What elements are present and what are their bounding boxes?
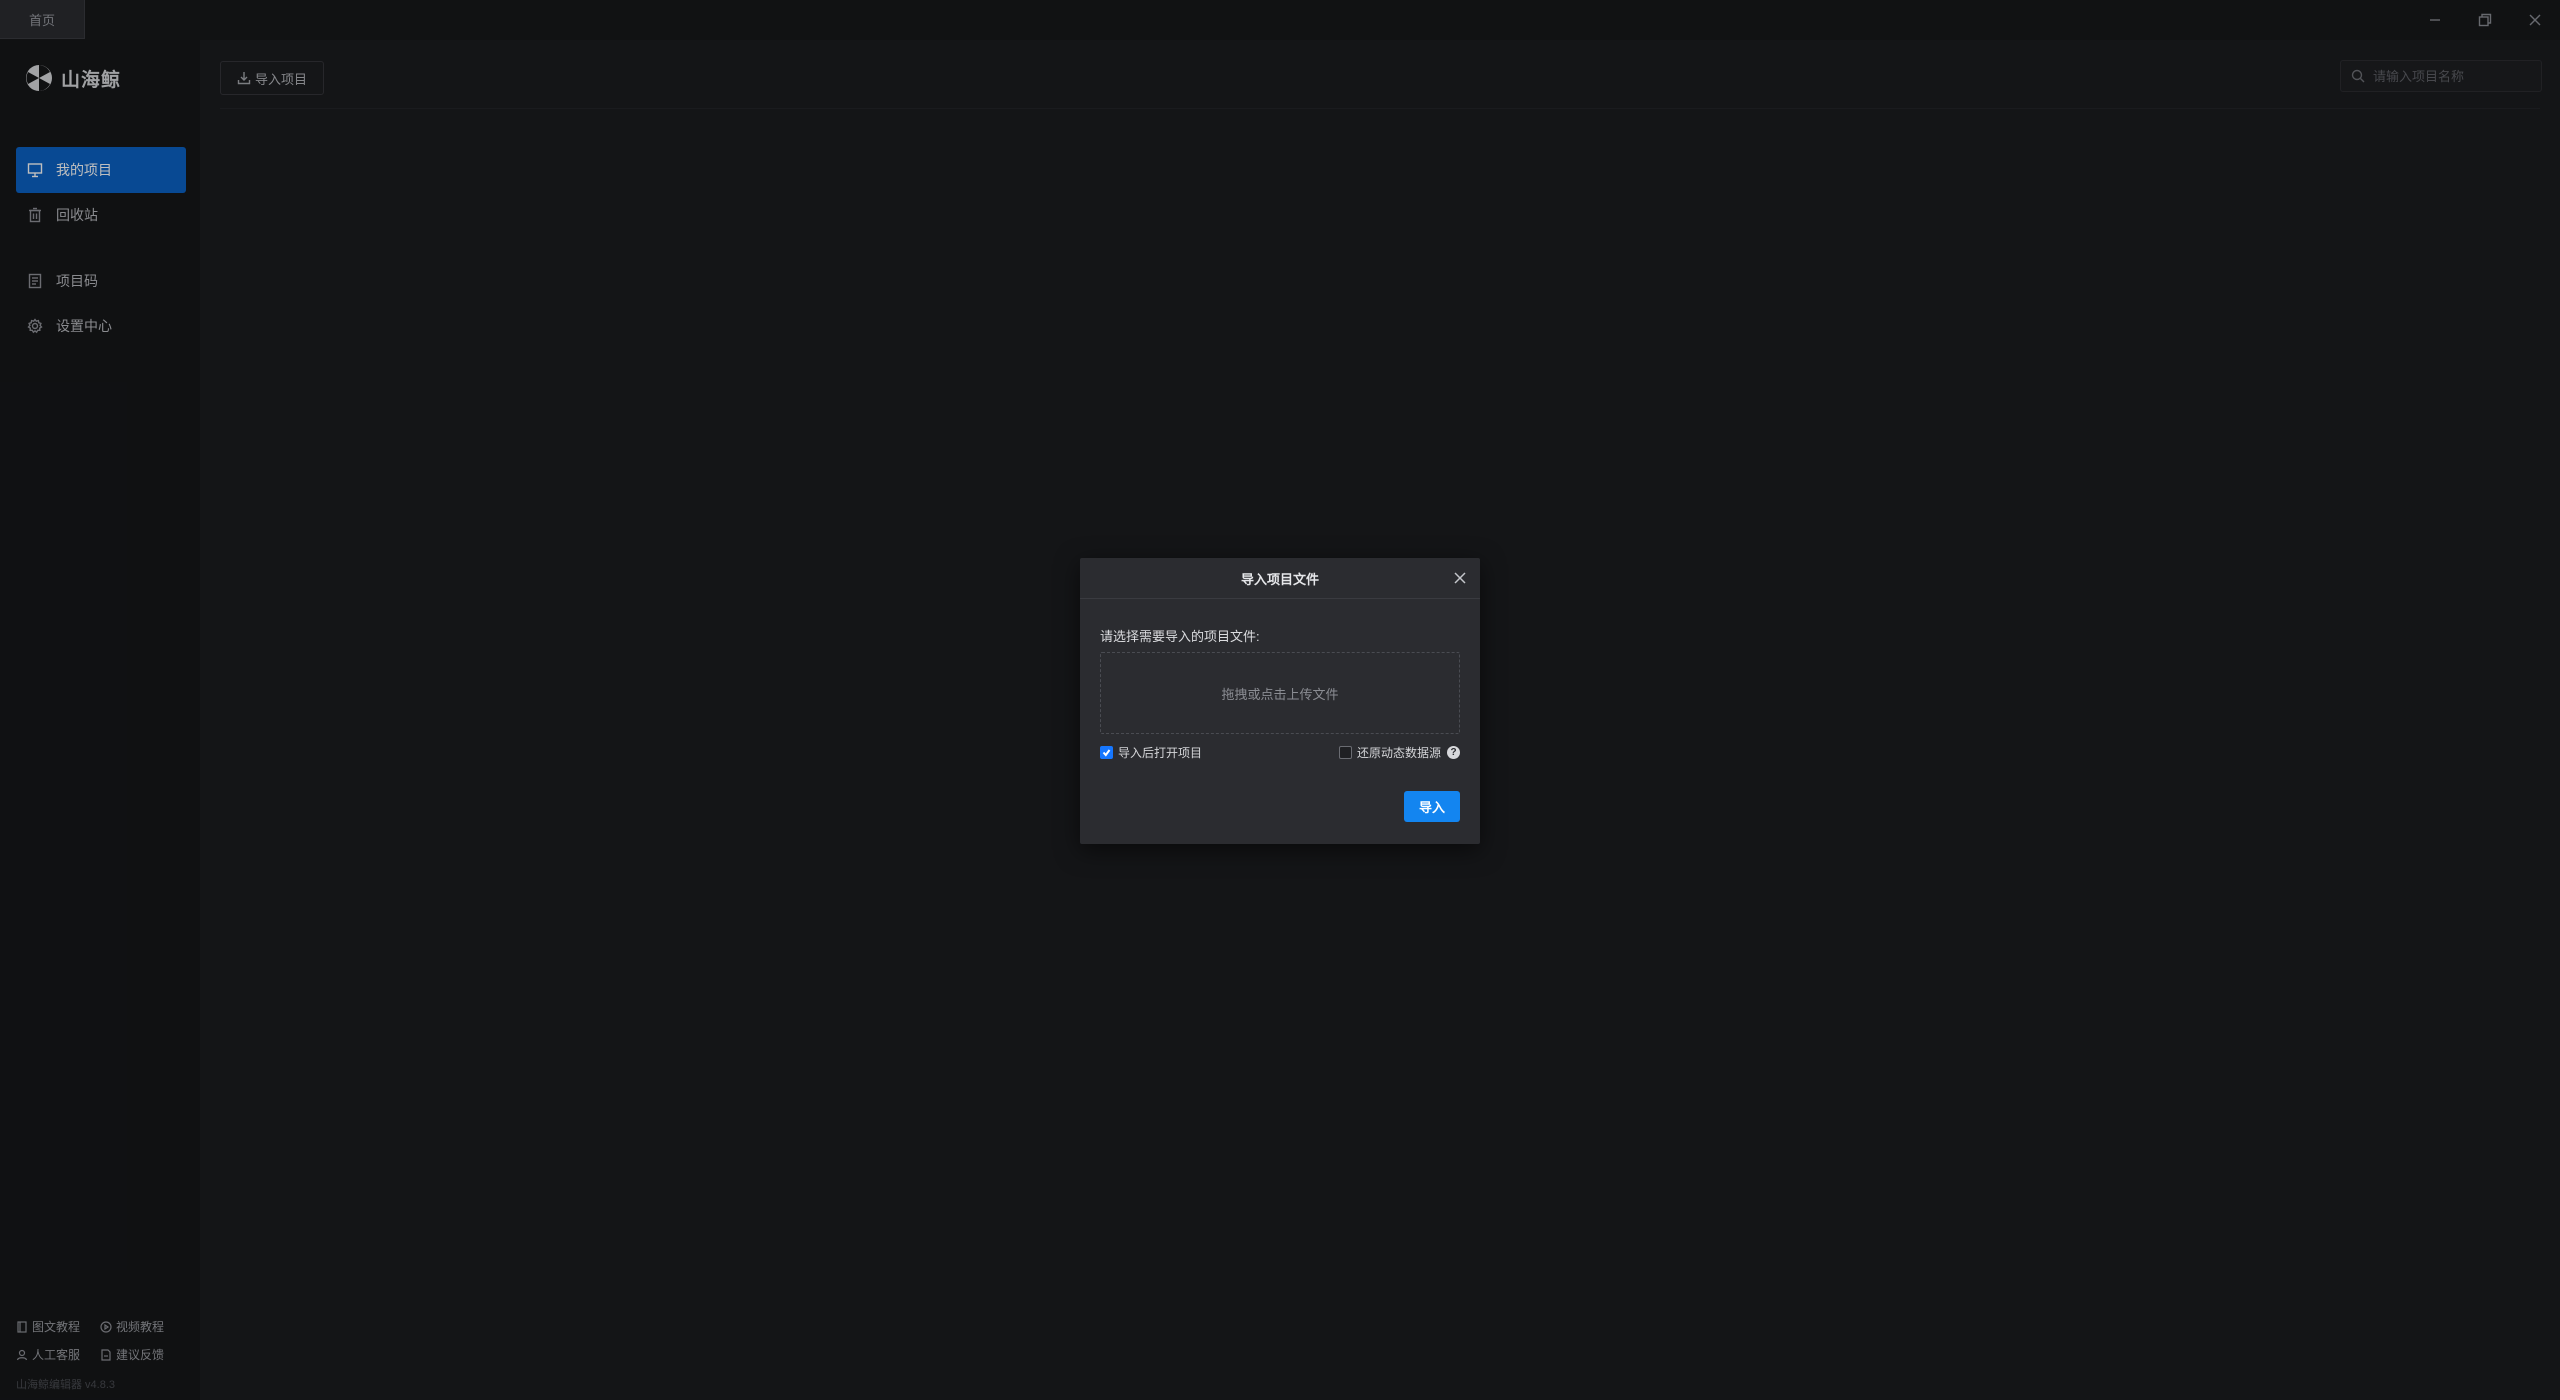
check-icon — [1102, 749, 1111, 757]
checkbox-unchecked[interactable] — [1339, 746, 1352, 759]
help-icon[interactable]: ? — [1447, 746, 1461, 759]
checkbox-checked[interactable] — [1100, 746, 1113, 759]
dialog-title: 导入项目文件 — [1240, 571, 1319, 587]
import-dialog: 导入项目文件 请选择需要导入的项目文件: 拖拽或点击上传文件 导入后打开项目 还… — [1080, 558, 1480, 844]
close-icon — [1454, 572, 1466, 584]
dialog-close-button[interactable] — [1450, 568, 1470, 588]
open-after-import-checkbox[interactable]: 导入后打开项目 — [1100, 744, 1202, 761]
restore-datasource-label: 还原动态数据源 — [1357, 746, 1442, 760]
file-prompt: 请选择需要导入的项目文件: — [1100, 629, 1260, 644]
upload-dropzone[interactable]: 拖拽或点击上传文件 — [1100, 652, 1460, 734]
restore-datasource-checkbox[interactable]: 还原动态数据源 ? — [1339, 744, 1461, 761]
dropzone-text: 拖拽或点击上传文件 — [1221, 686, 1339, 702]
dialog-header: 导入项目文件 — [1080, 558, 1480, 599]
open-after-import-label: 导入后打开项目 — [1118, 746, 1203, 760]
confirm-import-button[interactable]: 导入 — [1404, 791, 1460, 822]
